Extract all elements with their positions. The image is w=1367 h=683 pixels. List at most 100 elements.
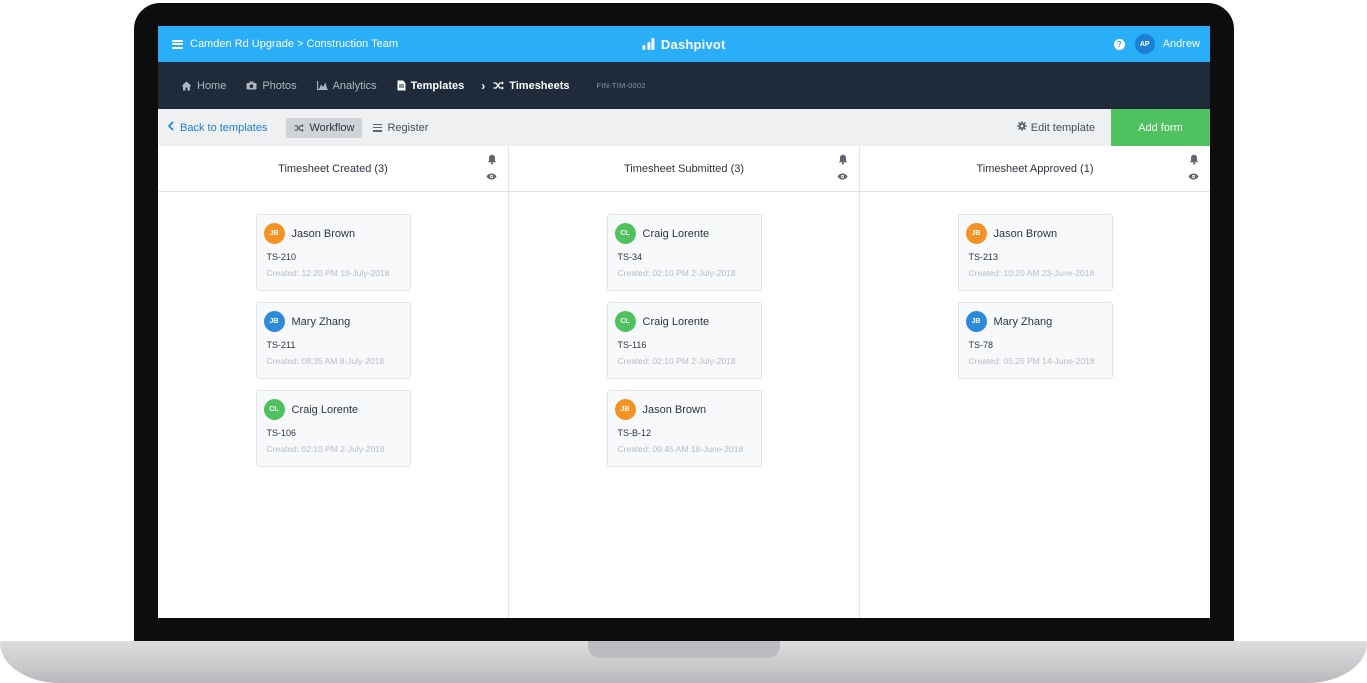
card-form-code: TS-34	[617, 252, 643, 262]
form-card[interactable]: CL Craig Lorente TS-34 Created: 02:10 PM 2-…	[606, 214, 762, 291]
form-card[interactable]: JB Jason Brown TS-213 Created: 10:20 AM 23-…	[957, 214, 1113, 291]
card-user-name: Craig Lorente	[291, 403, 359, 416]
avatar: CL	[614, 311, 636, 332]
avatar: JB	[965, 223, 987, 244]
card-created-date: Created: 02:10 PM 2-July-2018	[617, 268, 736, 278]
home-icon	[181, 81, 192, 91]
bell-icon[interactable]	[838, 154, 848, 173]
chevron-left-icon	[167, 121, 174, 134]
column-actions	[486, 154, 497, 188]
card-created-date: Created: 08:35 AM 8-July-2018	[266, 356, 385, 366]
card-list: JB Jason Brown TS-213 Created: 10:20 AM 23-…	[860, 192, 1210, 390]
nav-photos[interactable]: Photos	[246, 79, 297, 92]
avatar: JB	[614, 399, 636, 420]
card-created-date: Created: 09:45 AM 18-June-2018	[617, 444, 744, 454]
back-to-templates-link[interactable]: Back to templates	[167, 121, 267, 134]
card-user-name: Jason Brown	[291, 227, 356, 240]
column-actions	[837, 154, 848, 188]
bell-icon[interactable]	[487, 154, 497, 173]
hamburger-menu-icon[interactable]	[172, 39, 183, 49]
column-actions	[1188, 154, 1199, 188]
laptop-notch	[588, 641, 780, 658]
card-list: JB Jason Brown TS-210 Created: 12:20 PM 19-…	[158, 192, 508, 478]
card-form-code: TS-211	[266, 340, 296, 350]
avatar: JB	[263, 223, 285, 244]
card-header: CL Craig Lorente	[614, 223, 752, 244]
list-icon	[373, 123, 383, 132]
card-form-code: TS-213	[968, 252, 999, 262]
shuffle-icon	[493, 81, 505, 90]
nav-analytics[interactable]: Analytics	[316, 79, 377, 92]
card-created-date: Created: 02:10 PM 2-July-2018	[266, 444, 385, 454]
add-form-button[interactable]: Add form	[1111, 109, 1210, 146]
brand-logo: Dashpivot	[642, 37, 725, 52]
card-created-date: Created: 05:25 PM 14-June-2018	[968, 356, 1095, 366]
form-card[interactable]: JB Jason Brown TS-B-12 Created: 09:45 AM 18…	[606, 390, 762, 467]
view-toolbar: Back to templates Workflow Register Edit…	[158, 109, 1210, 146]
card-created-date: Created: 02:10 PM 2-July-2018	[617, 356, 736, 366]
column-title: Timesheet Created (3)	[278, 162, 388, 175]
nav-timesheets-label: Timesheets	[509, 79, 570, 92]
card-created-date: Created: 10:20 AM 23-June-2018	[968, 268, 1095, 278]
app-screen: Camden Rd Upgrade > Construction Team Da…	[158, 26, 1210, 618]
nav-templates-label: Templates	[410, 79, 465, 92]
form-card[interactable]: CL Craig Lorente TS-106 Created: 02:10 PM 2…	[255, 390, 411, 467]
nav-home-label: Home	[197, 79, 227, 92]
card-user-name: Craig Lorente	[642, 227, 710, 240]
bar-chart-logo-icon	[642, 38, 656, 50]
user-area: ? AP Andrew	[1113, 34, 1200, 54]
chevron-right-icon: ›	[481, 78, 486, 93]
card-user-name: Mary Zhang	[993, 315, 1053, 328]
form-card[interactable]: JB Mary Zhang TS-78 Created: 05:25 PM 14-Ju…	[957, 302, 1113, 379]
top-bar: Camden Rd Upgrade > Construction Team Da…	[158, 26, 1210, 62]
shuffle-icon	[294, 123, 305, 132]
workflow-view-button[interactable]: Workflow	[286, 117, 363, 138]
nav-templates[interactable]: Templates	[397, 79, 465, 92]
nav-analytics-label: Analytics	[332, 79, 377, 92]
card-created-date: Created: 12:20 PM 19-July-2018	[266, 268, 390, 278]
card-user-name: Mary Zhang	[291, 315, 351, 328]
user-avatar[interactable]: AP	[1134, 34, 1155, 54]
card-list: CL Craig Lorente TS-34 Created: 02:10 PM 2-…	[509, 192, 859, 478]
card-form-code: TS-210	[266, 252, 297, 262]
user-name[interactable]: Andrew	[1163, 38, 1200, 50]
column-title: Timesheet Approved (1)	[976, 162, 1094, 175]
register-label: Register	[387, 121, 429, 134]
card-header: CL Craig Lorente	[614, 311, 752, 332]
edit-template-button[interactable]: Edit template	[1016, 121, 1095, 134]
brand-name: Dashpivot	[660, 36, 726, 52]
column-header: Timesheet Created (3)	[158, 146, 508, 192]
workflow-board: Timesheet Created (3) JB Jason Brown TS-210…	[158, 146, 1210, 618]
eye-icon[interactable]	[1188, 173, 1199, 188]
card-user-name: Craig Lorente	[642, 315, 710, 328]
workflow-column: Timesheet Approved (1) JB Jason Brown TS-21…	[860, 146, 1210, 618]
nav-timesheets[interactable]: Timesheets	[493, 79, 570, 92]
card-header: CL Craig Lorente	[263, 399, 401, 420]
workflow-column: Timesheet Created (3) JB Jason Brown TS-210…	[158, 146, 509, 618]
card-form-code: TS-78	[968, 340, 994, 350]
register-view-button[interactable]: Register	[373, 122, 428, 134]
nav-home[interactable]: Home	[181, 80, 226, 92]
card-header: JB Mary Zhang	[263, 311, 401, 332]
nav-photos-label: Photos	[262, 79, 297, 92]
avatar: CL	[263, 399, 285, 420]
project-breadcrumb[interactable]: Camden Rd Upgrade > Construction Team	[190, 38, 398, 50]
form-card[interactable]: JB Jason Brown TS-210 Created: 12:20 PM 19-…	[255, 214, 411, 291]
help-icon[interactable]: ?	[1113, 38, 1125, 50]
avatar: JB	[965, 311, 987, 332]
workflow-column: Timesheet Submitted (3) CL Craig Lorente TS…	[509, 146, 860, 618]
card-header: JB Jason Brown	[614, 399, 752, 420]
bell-icon[interactable]	[1189, 154, 1199, 173]
eye-icon[interactable]	[486, 173, 497, 188]
document-icon	[397, 80, 406, 91]
card-user-name: Jason Brown	[642, 403, 707, 416]
card-user-name: Jason Brown	[993, 227, 1058, 240]
avatar: JB	[263, 311, 285, 332]
card-form-code: TS-B-12	[617, 428, 652, 438]
eye-icon[interactable]	[837, 173, 848, 188]
form-card[interactable]: JB Mary Zhang TS-211 Created: 08:35 AM 8-Ju…	[255, 302, 411, 379]
area-chart-icon	[316, 81, 328, 90]
column-header: Timesheet Approved (1)	[860, 146, 1210, 192]
form-card[interactable]: CL Craig Lorente TS-116 Created: 02:10 PM 2…	[606, 302, 762, 379]
template-code: FIN-TIM-0002	[596, 81, 646, 90]
